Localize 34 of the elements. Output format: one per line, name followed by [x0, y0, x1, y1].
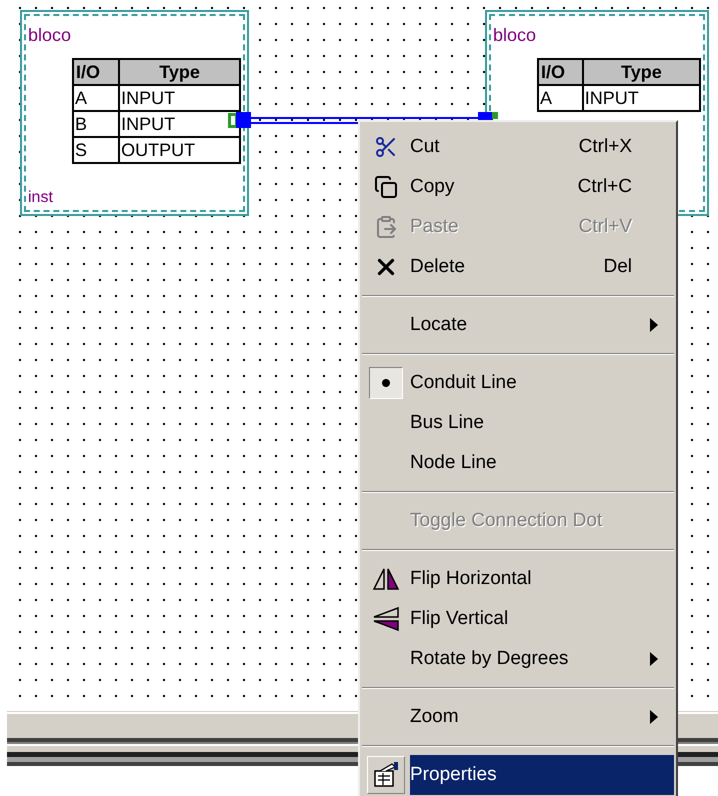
table-cell: B [73, 111, 120, 137]
menu-item[interactable]: Cut Ctrl+X [410, 127, 674, 167]
menu-item[interactable]: Zoom [410, 697, 674, 737]
table-cell: INPUT [119, 85, 240, 111]
column-header: Type [119, 59, 240, 85]
menu-item[interactable]: Node Line [410, 443, 674, 483]
menu-item[interactable]: Properties [410, 755, 674, 795]
paste-icon [374, 215, 398, 239]
table-cell: S [73, 137, 120, 163]
scissors-icon [374, 135, 398, 159]
menu-item[interactable]: Flip Vertical [410, 599, 674, 639]
flip-vertical-icon [372, 606, 400, 632]
menu-item[interactable]: Delete Del [410, 247, 674, 287]
menu-item[interactable]: Flip Horizontal [410, 559, 674, 599]
column-header: I/O [73, 59, 120, 85]
submenu-arrow-icon [650, 318, 658, 332]
instance-label: inst [28, 188, 54, 208]
column-header: Type [582, 59, 700, 85]
copy-icon [374, 175, 398, 199]
menu-item[interactable]: Copy Ctrl+C [410, 167, 674, 207]
menu-item[interactable]: Rotate by Degrees [410, 639, 674, 679]
table-cell: INPUT [582, 85, 700, 111]
block-title: bloco [28, 24, 72, 46]
submenu-arrow-icon [650, 652, 658, 666]
table-cell: A [538, 85, 583, 111]
table-cell: A [73, 85, 120, 111]
menu-item[interactable]: Locate [410, 305, 674, 345]
menu-item[interactable]: Bus Line [410, 403, 674, 443]
table-cell: OUTPUT [119, 137, 240, 163]
block-title: bloco [493, 24, 538, 46]
menu-item[interactable]: Conduit Line [410, 363, 674, 403]
flip-horizontal-icon [372, 567, 400, 591]
column-header: I/O [538, 59, 583, 85]
submenu-arrow-icon [650, 710, 658, 724]
